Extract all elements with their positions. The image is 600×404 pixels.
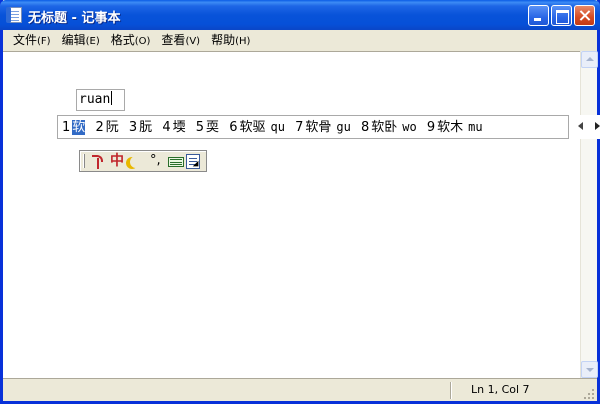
candidate-1[interactable]: 1软 [62, 117, 86, 139]
candidate-pinyin: gu [336, 120, 351, 134]
candidate-word: 软卧 [371, 120, 398, 135]
candidate-4[interactable]: 4堧 [162, 117, 185, 139]
ime-menu-icon[interactable] [186, 154, 200, 169]
menu-help-accel: (H) [235, 36, 251, 47]
candidate-7[interactable]: 7 软骨 gu [295, 116, 351, 139]
candidate-number: 4 [162, 120, 171, 135]
scroll-down-button[interactable] [581, 361, 598, 378]
drag-handle-icon[interactable] [83, 154, 85, 168]
candidate-number: 3 [128, 120, 138, 135]
text-caret [111, 91, 113, 105]
candidate-number: 1 [62, 120, 71, 135]
half-width-moon-icon[interactable] [130, 156, 142, 168]
candidate-number: 7 [295, 120, 304, 135]
candidate-pinyin: mu [468, 120, 483, 134]
ime-status-bar[interactable]: 中 °, [79, 150, 207, 172]
menu-bar: 文件(F) 编辑(E) 格式(O) 查看(V) 帮助(H) [3, 30, 597, 50]
title-bar[interactable]: 无标题 - 记事本 [0, 0, 600, 30]
chinese-mode-toggle[interactable]: 中 [110, 153, 124, 170]
menu-edit-label: 编辑 [61, 33, 86, 47]
close-button[interactable] [574, 5, 595, 26]
menu-file-accel: (F) [37, 36, 51, 47]
menu-help-label: 帮助 [211, 33, 236, 47]
menu-view-accel: (V) [185, 36, 201, 47]
status-bar: Ln 1, Col 7 [3, 378, 597, 401]
scroll-up-button[interactable] [581, 51, 598, 68]
candidate-3[interactable]: 3朊 [129, 117, 152, 139]
menu-view[interactable]: 查看(V) [156, 30, 206, 50]
vertical-scrollbar[interactable] [580, 51, 598, 378]
menu-view-label: 查看 [161, 33, 186, 47]
ime-candidate-bar: 1软 2阮 3朊 4堧 5耎 6 软驱 qu 7 软骨 gu 8 软卧 wo 9 软木 mu [57, 115, 600, 139]
candidate-word: 软木 [437, 120, 464, 135]
menu-format-accel: (O) [134, 36, 151, 47]
minimize-button[interactable] [528, 5, 549, 26]
candidate-2[interactable]: 2阮 [95, 117, 118, 139]
ime-composition-text: ruan [79, 92, 111, 107]
candidate-word: 软 [72, 120, 86, 135]
candidate-8[interactable]: 8 软卧 wo [361, 116, 417, 139]
notepad-icon[interactable] [6, 7, 22, 23]
minimize-icon [529, 6, 548, 25]
candidate-6[interactable]: 6 软驱 qu [229, 116, 285, 139]
candidate-5[interactable]: 5耎 [196, 117, 219, 139]
previous-page-icon[interactable] [578, 122, 583, 130]
soft-keyboard-icon[interactable] [168, 157, 184, 167]
candidate-page-nav [568, 115, 600, 139]
menu-file[interactable]: 文件(F) [8, 30, 57, 50]
candidate-number: 5 [195, 120, 205, 135]
cursor-position: Ln 1, Col 7 [471, 383, 530, 396]
menu-help[interactable]: 帮助(H) [206, 30, 256, 50]
next-page-icon[interactable] [595, 122, 600, 130]
candidate-word: 堧 [172, 120, 186, 135]
candidate-word: 耎 [206, 120, 220, 135]
ime-logo-icon[interactable] [90, 153, 106, 171]
resize-grip-icon[interactable] [583, 388, 595, 400]
candidate-word: 软骨 [305, 120, 332, 135]
menu-format[interactable]: 格式(O) [106, 30, 157, 50]
status-separator [450, 382, 452, 399]
candidate-9[interactable]: 9 软木 mu [427, 116, 483, 139]
candidate-word: 朊 [139, 120, 153, 135]
punctuation-toggle[interactable]: °, [150, 152, 161, 169]
window-title: 无标题 - 记事本 [28, 11, 121, 26]
menu-file-label: 文件 [13, 33, 38, 47]
candidate-word: 软驱 [239, 120, 266, 135]
maximize-button[interactable] [551, 5, 572, 26]
menu-format-label: 格式 [110, 33, 135, 47]
ime-composition-box: ruan [76, 89, 125, 111]
candidate-number: 8 [360, 120, 370, 135]
menu-edit-accel: (E) [85, 36, 100, 47]
maximize-icon [552, 6, 571, 25]
candidate-number: 2 [95, 120, 104, 135]
candidate-word: 阮 [105, 120, 119, 135]
notepad-window: 无标题 - 记事本 文件(F) 编辑(E) 格式(O) 查看(V) 帮助(H) … [0, 0, 600, 404]
candidate-number: 9 [426, 120, 436, 135]
candidate-pinyin: wo [402, 120, 417, 134]
candidate-pinyin: qu [270, 120, 285, 134]
candidate-number: 6 [229, 120, 238, 135]
close-icon [575, 6, 594, 25]
menu-edit[interactable]: 编辑(E) [57, 30, 106, 50]
